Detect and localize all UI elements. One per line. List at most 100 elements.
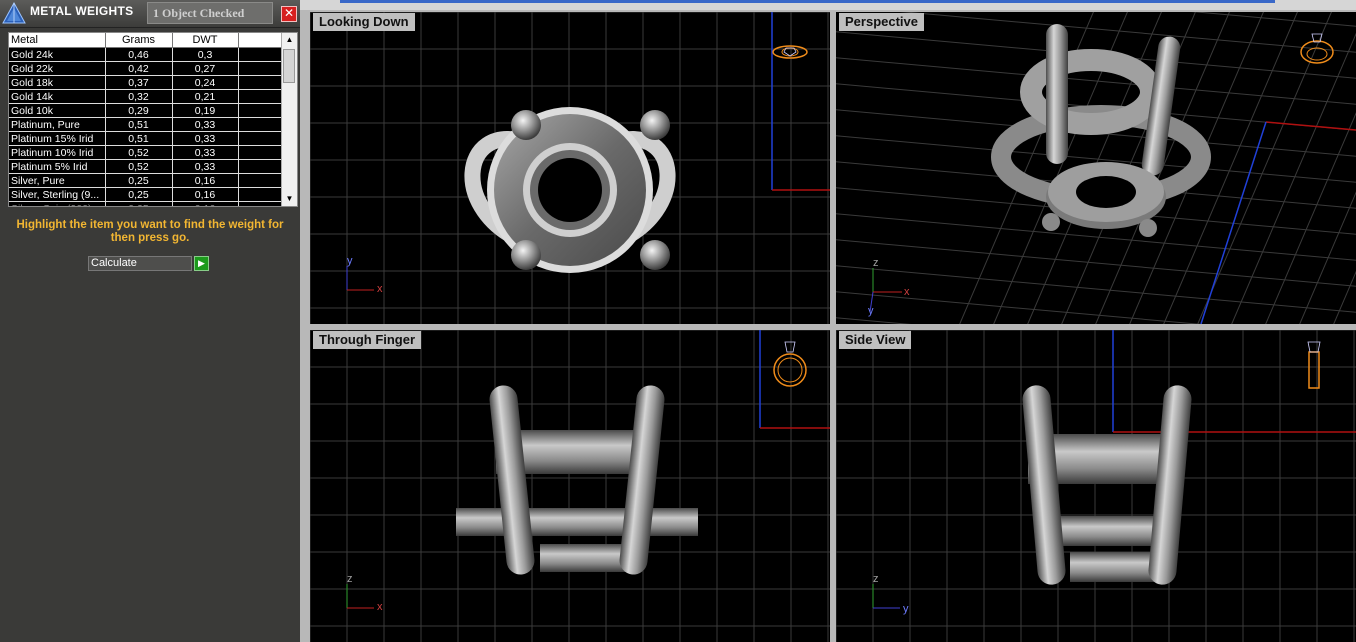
table-scrollbar[interactable]: ▲ ▼ (281, 33, 297, 206)
blank-cell (238, 47, 284, 62)
metal-cell: Platinum 15% Irid (9, 131, 106, 146)
viewport-canvas[interactable]: y x (310, 12, 830, 324)
viewport-label-looking-down[interactable]: Looking Down (313, 13, 415, 31)
column-header-grams[interactable]: Grams (105, 33, 173, 48)
table-row[interactable]: Platinum, Pure 0,51 0,33 (9, 117, 284, 132)
table-row[interactable]: Gold 22k 0,42 0,27 (9, 61, 284, 76)
metal-cell: Silver, Pure (9, 173, 106, 188)
dwt-cell: 0,33 (172, 159, 239, 174)
viewport-area: y x Looking Down z x y Perspective z x T… (300, 0, 1356, 642)
blank-cell (238, 201, 284, 206)
go-button[interactable]: ▶ (194, 256, 209, 271)
grams-cell: 0,46 (105, 47, 173, 62)
table-row[interactable]: Gold 18k 0,37 0,24 (9, 75, 284, 90)
axis-label-x: x (377, 601, 383, 613)
column-header-blank (238, 33, 284, 48)
axis-label-z: z (873, 257, 879, 269)
scroll-down-arrow-icon[interactable]: ▼ (282, 192, 297, 206)
panel-title: METAL WEIGHTS (30, 4, 134, 18)
axis-label-y: y (347, 255, 353, 267)
viewport-side-view[interactable]: z y Side View (836, 330, 1356, 642)
viewport-through-finger[interactable]: z x Through Finger (310, 330, 830, 642)
scroll-up-arrow-icon[interactable]: ▲ (282, 33, 297, 47)
table-row[interactable]: Silver, Sterling (9... 0,25 0,16 (9, 187, 284, 202)
column-header-metal[interactable]: Metal (9, 33, 106, 48)
metal-cell: Platinum 10% Irid (9, 145, 106, 160)
dwt-cell: 0,33 (172, 145, 239, 160)
table-row[interactable]: Gold 14k 0,32 0,21 (9, 89, 284, 104)
metal-weights-panel: METAL WEIGHTS 1 Object Checked ✕ Metal G… (0, 0, 300, 642)
close-button[interactable]: ✕ (281, 6, 297, 22)
axis-line-blue (1200, 121, 1267, 324)
viewport-label-perspective[interactable]: Perspective (839, 13, 924, 31)
prong-post (1022, 385, 1066, 585)
axis-label-z: z (873, 573, 879, 585)
axis-label-x: x (377, 283, 383, 295)
metal-cell: Gold 22k (9, 61, 106, 76)
metal-cell: Platinum 5% Irid (9, 159, 106, 174)
metal-cell: Gold 14k (9, 89, 106, 104)
prong-tip (511, 240, 541, 270)
dwt-cell: 0,33 (172, 131, 239, 146)
grams-cell: 0,29 (105, 103, 173, 118)
prong-tip (1042, 213, 1060, 231)
blank-cell (238, 75, 284, 90)
prong-tip (1139, 219, 1157, 237)
column-header-dwt[interactable]: DWT (172, 33, 239, 48)
table-row[interactable]: Platinum 15% Irid 0,51 0,33 (9, 131, 284, 146)
ring-orientation-icon[interactable] (1307, 341, 1321, 389)
viewport-label-through-finger[interactable]: Through Finger (313, 331, 422, 349)
dwt-cell: 0,27 (172, 61, 239, 76)
scroll-thumb[interactable] (283, 49, 295, 83)
metal-cell: Silver, Coin (900) (9, 201, 106, 206)
dwt-cell: 0,33 (172, 117, 239, 132)
grams-cell: 0,52 (105, 159, 173, 174)
ring-band (456, 508, 698, 536)
grams-cell: 0,25 (105, 173, 173, 188)
metal-cell: Gold 10k (9, 103, 106, 118)
grams-cell: 0,25 (105, 187, 173, 202)
dwt-cell: 0,3 (172, 47, 239, 62)
ring-orientation-icon[interactable] (1300, 33, 1334, 64)
top-toolbar-strip (300, 0, 1356, 10)
viewport-canvas[interactable]: z x y (836, 12, 1356, 324)
table-row[interactable]: Platinum 10% Irid 0,52 0,33 (9, 145, 284, 160)
prong-post (619, 385, 665, 575)
dwt-cell: 0,19 (172, 103, 239, 118)
viewport-canvas[interactable]: z x (310, 330, 830, 642)
ring-orientation-icon[interactable] (773, 341, 807, 387)
blank-cell (238, 117, 284, 132)
axis-label-x: x (904, 286, 910, 298)
dwt-cell: 0,16 (172, 187, 239, 202)
table-row[interactable]: Silver, Coin (900)0,250,16 (9, 201, 284, 206)
calculate-select[interactable]: Calculate (88, 256, 192, 271)
axis-label-y: y (903, 603, 909, 615)
ring-orientation-icon[interactable] (772, 45, 808, 59)
dwt-cell: 0,16 (172, 201, 239, 206)
table-row[interactable]: Platinum 5% Irid 0,52 0,33 (9, 159, 284, 174)
viewport-grid (836, 330, 1356, 642)
table-row[interactable]: Gold 10k 0,29 0,19 (9, 103, 284, 118)
grams-cell: 0,32 (105, 89, 173, 104)
blank-cell (238, 173, 284, 188)
viewport-label-side-view[interactable]: Side View (839, 331, 912, 349)
bottom-washer-hole (1076, 176, 1136, 208)
viewport-canvas[interactable]: z y (836, 330, 1356, 642)
metal-cell: Platinum, Pure (9, 117, 106, 132)
table-row[interactable]: Silver, Pure 0,25 0,16 (9, 173, 284, 188)
prong-tip (511, 110, 541, 140)
bottom-band (1070, 552, 1162, 582)
viewport-perspective[interactable]: z x y Perspective (836, 12, 1356, 324)
panel-title-bar: METAL WEIGHTS 1 Object Checked ✕ (0, 0, 300, 28)
blank-cell (238, 187, 284, 202)
blank-cell (238, 131, 284, 146)
table-row[interactable]: Gold 24k 0,46 0,3 (9, 47, 284, 62)
prong-post (1046, 24, 1068, 164)
prong-post (1148, 385, 1192, 585)
metal-cell: Gold 24k (9, 47, 106, 62)
viewport-looking-down[interactable]: y x Looking Down (310, 12, 830, 324)
dwt-cell: 0,24 (172, 75, 239, 90)
metal-cell: Gold 18k (9, 75, 106, 90)
metal-weights-table: Metal Grams DWT Gold 24k 0,46 0,3 Gold 22k 0… (8, 32, 298, 207)
prong-tip (640, 110, 670, 140)
